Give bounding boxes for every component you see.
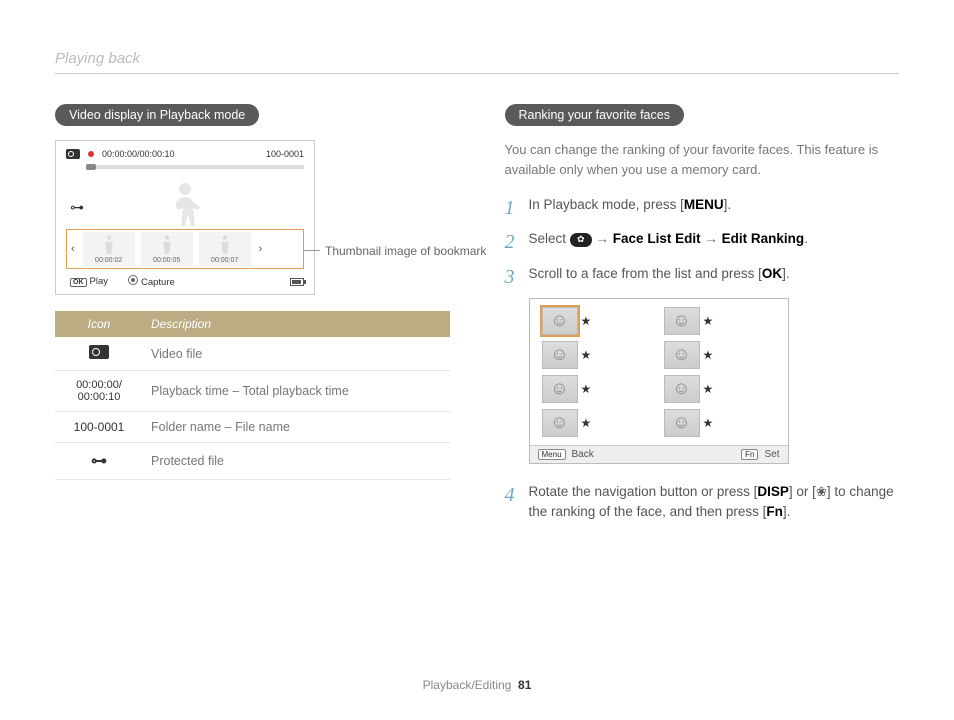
- macro-flower-icon: ❀: [816, 482, 827, 502]
- video-icon: [66, 149, 80, 159]
- th-desc: Description: [143, 311, 450, 337]
- thumb-3[interactable]: 00:00:07: [199, 232, 251, 266]
- page-section-header: Playing back: [55, 50, 899, 74]
- ok-key: OK: [762, 266, 782, 281]
- left-pill-heading: Video display in Playback mode: [55, 104, 259, 126]
- face-ranking-panel: ☺★ ☺★ ☺★ ☺★ ☺★ ☺★ ☺★ ☺★ Menu Back Fn Set: [529, 298, 789, 464]
- shutter-icon: [128, 275, 138, 285]
- back-label: Back: [572, 449, 594, 460]
- next-arrow-icon[interactable]: ›: [257, 243, 265, 255]
- play-label: Play: [90, 276, 108, 287]
- disp-key: DISP: [757, 484, 789, 499]
- progress-bar: [86, 165, 304, 169]
- left-column: Video display in Playback mode 00:00:00/…: [55, 104, 450, 536]
- lock-icon: ⊶: [70, 199, 84, 216]
- fn-button-label: Fn: [741, 449, 758, 460]
- step-3: Scroll to a face from the list and press…: [505, 264, 900, 284]
- table-row: 00:00:00/00:00:10 Playback time – Total …: [55, 371, 450, 412]
- face-2[interactable]: ☺★: [664, 307, 776, 335]
- thumb-2[interactable]: 00:00:05: [141, 232, 193, 266]
- intro-text: You can change the ranking of your favor…: [505, 140, 900, 179]
- right-column: Ranking your favorite faces You can chan…: [505, 104, 900, 536]
- step-1: In Playback mode, press [MENU].: [505, 195, 900, 215]
- step-2: Select → Face List Edit → Edit Ranking.: [505, 229, 900, 249]
- face-1[interactable]: ☺★: [542, 307, 654, 335]
- face-3[interactable]: ☺★: [542, 341, 654, 369]
- playback-time-text: 00:00:00/00:00:10: [102, 149, 175, 159]
- video-file-icon: [89, 345, 109, 359]
- prev-arrow-icon[interactable]: ‹: [69, 243, 77, 255]
- face-5[interactable]: ☺★: [542, 375, 654, 403]
- table-row: 100-0001 Folder name – File name: [55, 412, 450, 443]
- silhouette-figure: [165, 177, 205, 237]
- face-4[interactable]: ☺★: [664, 341, 776, 369]
- th-icon: Icon: [55, 311, 143, 337]
- time-icon-text: 00:00:00/00:00:10: [76, 379, 122, 403]
- capture-label: Capture: [141, 277, 175, 288]
- set-label: Set: [764, 449, 779, 460]
- file-name-text: 100-0001: [266, 149, 304, 159]
- right-pill-heading: Ranking your favorite faces: [505, 104, 684, 126]
- page-footer: Playback/Editing 81: [0, 678, 954, 692]
- table-row: Video file: [55, 337, 450, 371]
- folder-file-text: 100-0001: [55, 412, 143, 443]
- menu-key: MENU: [684, 197, 724, 212]
- record-dot-icon: [88, 151, 94, 157]
- table-row: ⊶ Protected file: [55, 443, 450, 480]
- step-4: Rotate the navigation button or press [D…: [505, 482, 900, 523]
- ok-button-icon: OK: [70, 278, 87, 287]
- face-7[interactable]: ☺★: [542, 409, 654, 437]
- steps-list: In Playback mode, press [MENU]. Select →…: [505, 195, 900, 284]
- battery-icon: [290, 278, 304, 286]
- protected-lock-icon: ⊶: [91, 453, 107, 470]
- thumb-1[interactable]: 00:00:02: [83, 232, 135, 266]
- face-8[interactable]: ☺★: [664, 409, 776, 437]
- fn-key: Fn: [766, 504, 783, 519]
- face-6[interactable]: ☺★: [664, 375, 776, 403]
- video-display-panel: 00:00:00/00:00:10 100-0001 ⊶ ‹ 00:00:02 …: [55, 140, 315, 295]
- callout-label: Thumbnail image of bookmark: [325, 244, 486, 258]
- bookmark-thumbnail-row: ‹ 00:00:02 00:00:05 00:00:07 ›: [66, 229, 304, 269]
- menu-button-label: Menu: [538, 449, 566, 460]
- icon-description-table: Icon Description Video file 00:00:00/00:…: [55, 311, 450, 480]
- settings-badge-icon: [570, 233, 592, 247]
